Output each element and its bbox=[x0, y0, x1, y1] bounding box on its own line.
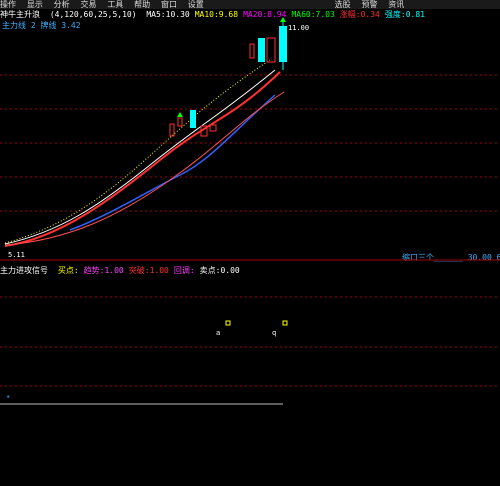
buy-arrow-icon bbox=[177, 112, 183, 117]
ma-line-white bbox=[4, 69, 276, 245]
marker-label: q bbox=[272, 329, 276, 337]
kline-chart[interactable]: 11.00 5.11 a q * bbox=[0, 0, 500, 486]
ma-line-red-thin bbox=[4, 91, 285, 246]
marker-label: a bbox=[216, 329, 220, 337]
ma-line-yellow bbox=[4, 59, 271, 244]
price-high-label: 11.00 bbox=[288, 24, 309, 32]
signal-marker-icon bbox=[225, 320, 231, 326]
cursor-mark: * bbox=[6, 394, 10, 402]
buy-arrow-icon bbox=[280, 17, 286, 22]
signal-marker-icon bbox=[282, 320, 288, 326]
ma-line-blue bbox=[69, 94, 276, 231]
candles bbox=[169, 20, 287, 137]
price-low-label: 5.11 bbox=[8, 251, 25, 259]
